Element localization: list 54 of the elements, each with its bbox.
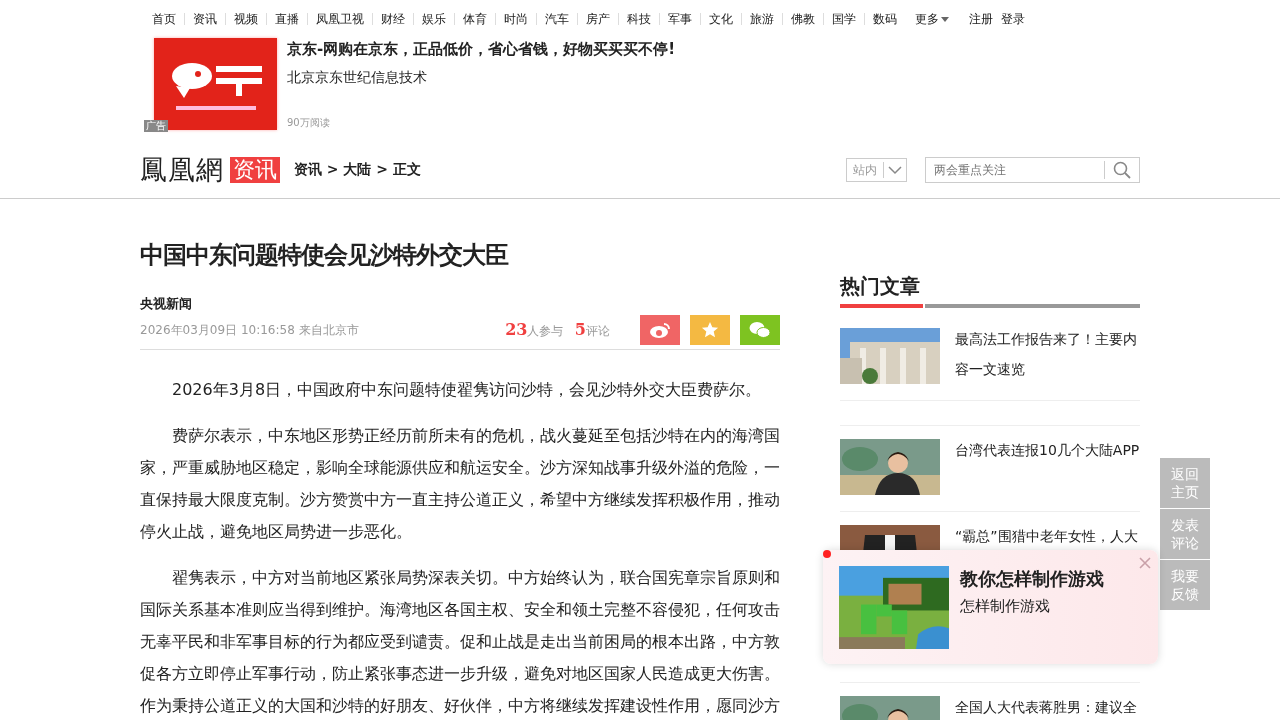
wechat-share-button[interactable] (740, 315, 780, 345)
close-button[interactable] (1138, 556, 1152, 570)
account-link[interactable]: 注册 (969, 13, 993, 25)
more-menu[interactable]: 更多 (915, 10, 949, 28)
wechat-icon (749, 321, 771, 339)
weibo-icon (649, 321, 671, 339)
nav-link[interactable]: 体育 (455, 13, 496, 25)
article-link[interactable]: 全国人大代表蒋胜男：建议全 (955, 692, 1137, 720)
nav-link[interactable]: 佛教 (783, 13, 824, 25)
article-source: 央视新闻 (140, 295, 193, 313)
publish-info: 2026年03月09日 10:16:58 来自北京市 (140, 321, 359, 339)
ad-tag: 广告 (144, 120, 168, 132)
nav-link[interactable]: 汽车 (537, 13, 578, 25)
star-icon (701, 321, 719, 339)
article-paragraph: 翟隽表示，中方对当前地区紧张局势深表关切。中方始终认为，联合国宪章宗旨原则和国际关系基本准则应当得到维护。海湾地区各国主权、安全和领土完整不容侵犯，任何攻击无辜平民和非军事目标的行为都应受到谴责。促和止战是走出当前困局的根本出路，中方敦促各方立即停止军事行动，防止紧张事态进一步升级，避免对地区国家人民造成更大伤害。作为秉持公道正义的大国和沙特的好朋友、好伙伴，中方将继续发挥建设性作用，愿同沙方 (140, 567, 780, 717)
nav-link[interactable]: 文化 (701, 13, 742, 25)
nav-link[interactable]: 国学 (824, 13, 865, 25)
ad-title[interactable]: 京东-网购在京东，正品低价，省心省钱，好物买买买不停! (287, 40, 676, 59)
article-title: 中国中东问题特使会见沙特外交大臣 (140, 240, 510, 271)
article-link[interactable]: “霸总”围猎中老年女性，人大 (955, 521, 1138, 551)
nav-link[interactable]: 娱乐 (414, 13, 455, 25)
nav-link[interactable]: 数码 (865, 13, 905, 25)
engagement-count: 23人参与 5评论 (505, 320, 610, 340)
nav-link[interactable]: 直播 (267, 13, 308, 25)
article-paragraph: 2026年3月8日，中国政府中东问题特使翟隽访问沙特，会见沙特外交大臣费萨尔。 (171, 379, 763, 401)
nav-link[interactable]: 军事 (660, 13, 701, 25)
section-title: 热门文章 (840, 273, 921, 300)
nav-link[interactable]: 时尚 (496, 13, 537, 25)
account-link[interactable]: 登录 (1001, 13, 1025, 25)
promo-title[interactable]: 教你怎样制作游戏 (960, 567, 1104, 591)
weibo-share-button[interactable] (640, 315, 680, 345)
channel-logo[interactable]: 资讯 (230, 157, 280, 183)
nav-link[interactable]: 房产 (578, 13, 619, 25)
search-field[interactable]: 两会重点关注 (925, 157, 1140, 183)
notification-dot (823, 550, 831, 558)
read-count: 90万阅读 (287, 116, 331, 130)
nav-link[interactable]: 凤凰卫视 (308, 13, 373, 25)
nav-link[interactable]: 资讯 (185, 13, 226, 25)
favorite-button[interactable] (690, 315, 730, 345)
nav-link[interactable]: 财经 (373, 13, 414, 25)
advertiser-name: 北京京东世纪信息技术 (287, 69, 428, 87)
promo-subtitle: 怎样制作游戏 (960, 597, 1051, 616)
article-link[interactable]: 最高法工作报告来了！主要内容一文速览 (955, 324, 1140, 384)
article-paragraph: 费萨尔表示，中东地区形势正经历前所未有的危机，战火蔓延至包括沙特在内的海湾国家，严重威胁地区稳定，影响全球能源供应和航运安全。沙方深知战事升级外溢的危险，一直保持最大限度克制。沙方赞赏中方一直主持公道正义，希望中方继续发挥积极作用，推动停火止战，避免地区局势进一步恶化。 (140, 425, 780, 543)
site-logo[interactable]: 鳳凰網 (140, 152, 224, 188)
nav-link[interactable]: 科技 (619, 13, 660, 25)
nav-link[interactable]: 旅游 (742, 13, 783, 25)
nav-link[interactable]: 首页 (144, 13, 185, 25)
nav-link[interactable]: 视频 (226, 13, 267, 25)
search-icon (1113, 161, 1131, 179)
breadcrumb: 资讯 > 大陆 > 正文 (294, 161, 421, 179)
caret-icon (941, 16, 949, 22)
close-icon (1138, 556, 1152, 570)
article-link[interactable]: 台湾代表连报10几个大陆APP (955, 435, 1140, 465)
